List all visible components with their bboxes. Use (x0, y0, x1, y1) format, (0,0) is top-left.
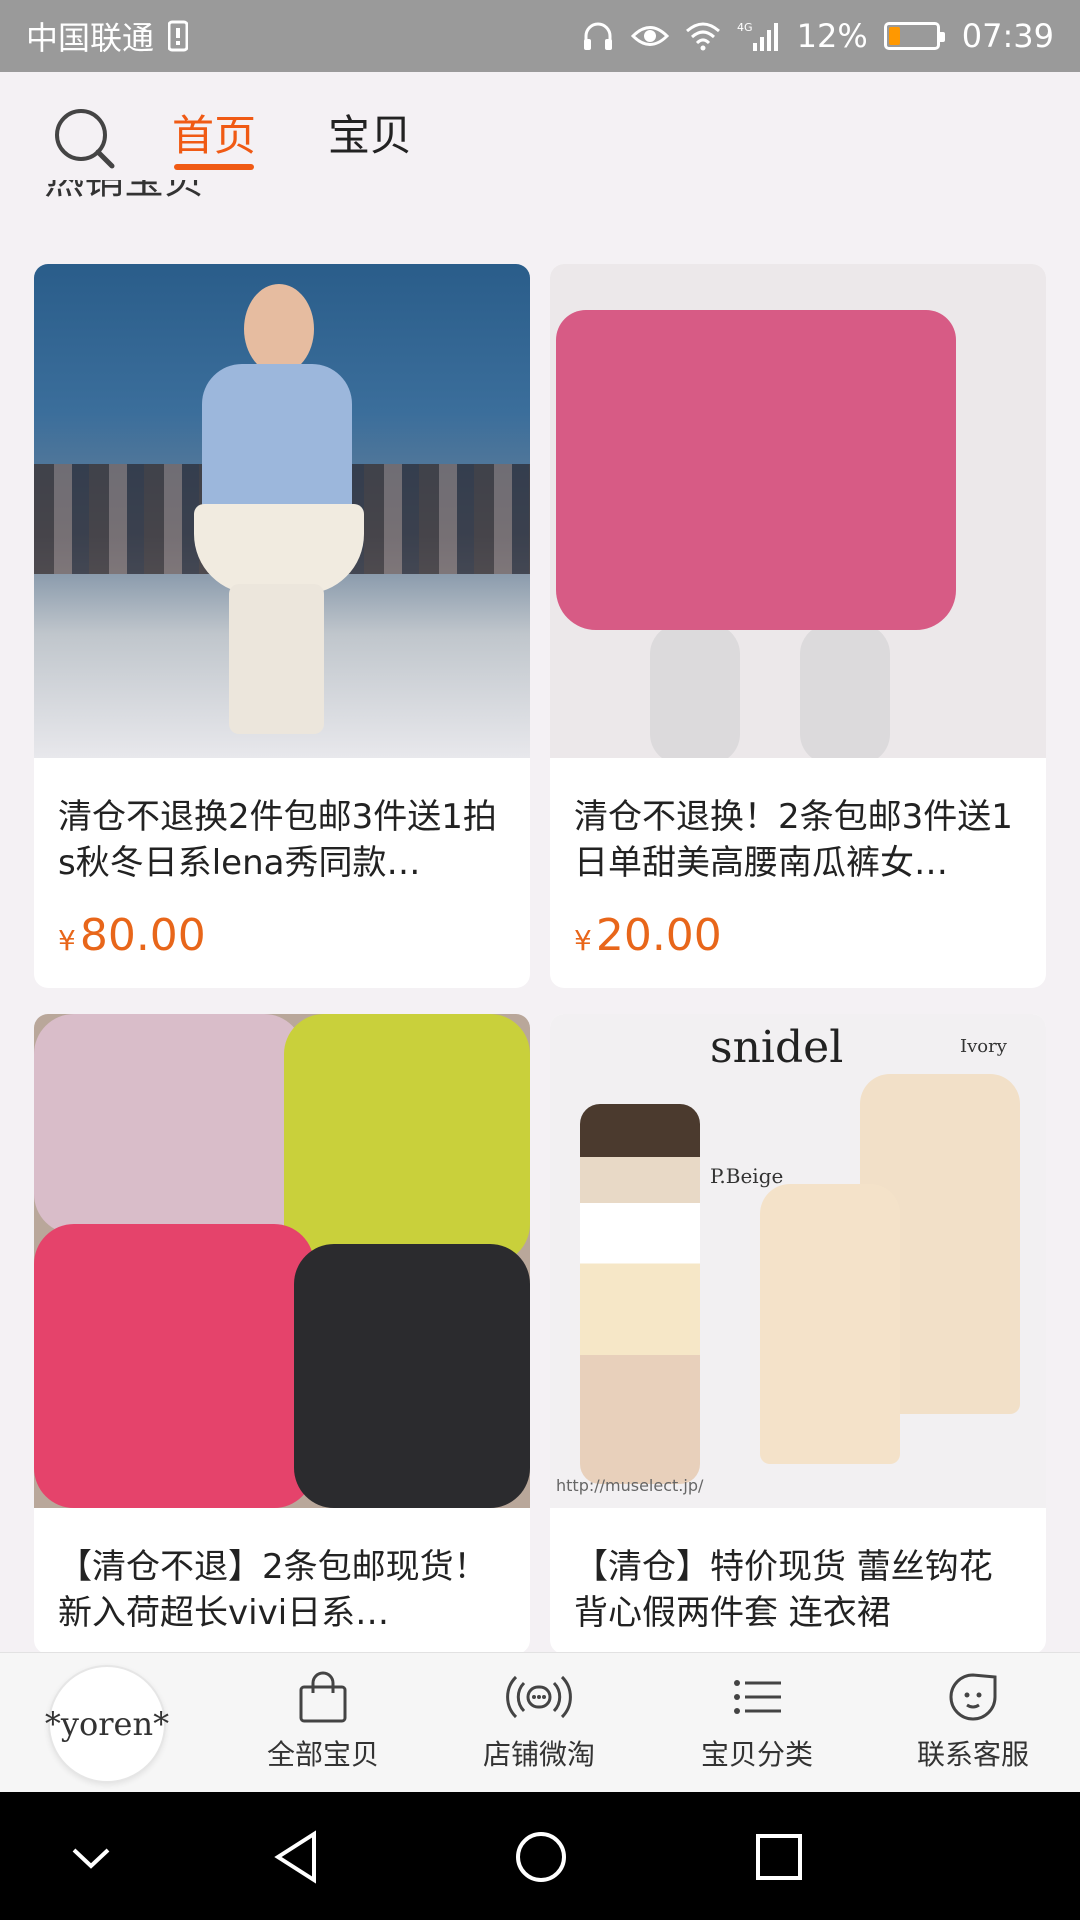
price-value: 80.00 (79, 910, 206, 961)
product-price: ¥20.00 (550, 890, 1046, 961)
nav-all-items[interactable]: 全部宝贝 (238, 1669, 408, 1773)
bottom-nav: *yoren* 全部宝贝 店铺微淘 宝贝分类 联系客服 (0, 1652, 1080, 1792)
product-card[interactable]: 清仓不退换2件包邮3件送1拍s秋冬日系lena秀同款… ¥80.00 (34, 264, 530, 988)
product-card[interactable]: 清仓不退换！2条包邮3件送1日单甜美高腰南瓜裤女… ¥20.00 (550, 264, 1046, 988)
image-detail (34, 1224, 314, 1508)
active-tab-indicator (174, 164, 254, 170)
section-title: 热销宝贝 (44, 180, 204, 220)
product-image[interactable] (34, 1014, 530, 1508)
image-url-text: http://muselect.jp/ (556, 1476, 704, 1495)
tab-home[interactable]: 首页 (172, 102, 256, 163)
product-card[interactable]: snidel Ivory P.Beige http://muselect.jp/… (550, 1014, 1046, 1654)
image-detail (556, 310, 956, 630)
product-image[interactable]: snidel Ivory P.Beige http://muselect.jp/ (550, 1014, 1046, 1508)
list-icon (734, 1680, 781, 1714)
currency-symbol: ¥ (574, 924, 592, 957)
nav-categories[interactable]: 宝贝分类 (672, 1669, 842, 1773)
recent-apps-icon[interactable] (744, 1822, 814, 1892)
battery-level (888, 27, 900, 45)
image-detail (760, 1184, 900, 1464)
nav-customer-service[interactable]: 联系客服 (888, 1669, 1058, 1773)
price-value: 20.00 (595, 910, 722, 961)
image-detail (650, 624, 740, 758)
signal-type-label: 4G (737, 21, 753, 34)
nav-label: 宝贝分类 (700, 1738, 813, 1771)
nav-label: 全部宝贝 (266, 1738, 379, 1771)
product-title: 【清仓】特价现货 蕾丝钩花背心假两件套 连衣裙 (574, 1547, 993, 1633)
battery-icon (883, 22, 945, 50)
hide-nav-icon[interactable] (56, 1822, 126, 1892)
image-detail (34, 1014, 304, 1234)
headphones-icon (581, 19, 615, 53)
image-detail (294, 1244, 530, 1508)
image-detail (580, 1104, 700, 1484)
home-icon[interactable] (506, 1822, 576, 1892)
currency-symbol: ¥ (58, 924, 76, 957)
search-icon[interactable] (52, 106, 118, 172)
product-price: ¥80.00 (34, 890, 530, 961)
tab-items[interactable]: 宝贝 (328, 102, 412, 163)
image-detail (284, 1014, 530, 1264)
product-title: 清仓不退换！2条包邮3件送1日单甜美高腰南瓜裤女… (574, 797, 1013, 883)
status-bar: 中国联通 4G 12% 07:39 (0, 0, 1080, 72)
product-image[interactable] (34, 264, 530, 758)
product-image[interactable] (550, 264, 1046, 758)
nav-label: 店铺微淘 (482, 1738, 595, 1771)
chat-face-icon (949, 1673, 997, 1721)
product-title: 【清仓不退】2条包邮现货！新入荷超长vivi日系… (58, 1547, 488, 1633)
image-detail (194, 504, 364, 594)
carrier-group: 中国联通 (26, 13, 189, 59)
product-title: 清仓不退换2件包邮3件送1拍s秋冬日系lena秀同款… (58, 797, 497, 883)
carrier-name: 中国联通 (26, 19, 155, 57)
clock: 07:39 (961, 17, 1054, 55)
nav-label: 联系客服 (916, 1738, 1029, 1771)
system-nav-bar (0, 1792, 1080, 1920)
image-detail (229, 584, 324, 734)
shopping-bag-icon (299, 1671, 347, 1723)
image-detail (800, 624, 890, 758)
image-brand-text: snidel (710, 1022, 844, 1073)
cellular-signal-icon: 4G (737, 19, 781, 53)
status-icons: 4G 12% 07:39 (581, 17, 1054, 55)
image-label-pbeige: P.Beige (710, 1164, 784, 1188)
section-title-text: 热销宝贝 (44, 180, 204, 203)
shop-logo[interactable]: *yoren* (45, 1665, 169, 1783)
sim-card-icon (168, 20, 189, 52)
product-card[interactable]: 【清仓不退】2条包邮现货！新入荷超长vivi日系… (34, 1014, 530, 1654)
image-detail (244, 284, 314, 374)
nav-weitao[interactable]: 店铺微淘 (454, 1669, 624, 1773)
image-detail (202, 364, 352, 514)
image-label-ivory: Ivory (960, 1036, 1007, 1057)
battery-percent: 12% (796, 17, 868, 55)
broadcast-icon (506, 1675, 572, 1719)
eye-icon (630, 21, 669, 51)
back-icon[interactable] (264, 1822, 334, 1892)
wifi-icon (685, 21, 721, 51)
